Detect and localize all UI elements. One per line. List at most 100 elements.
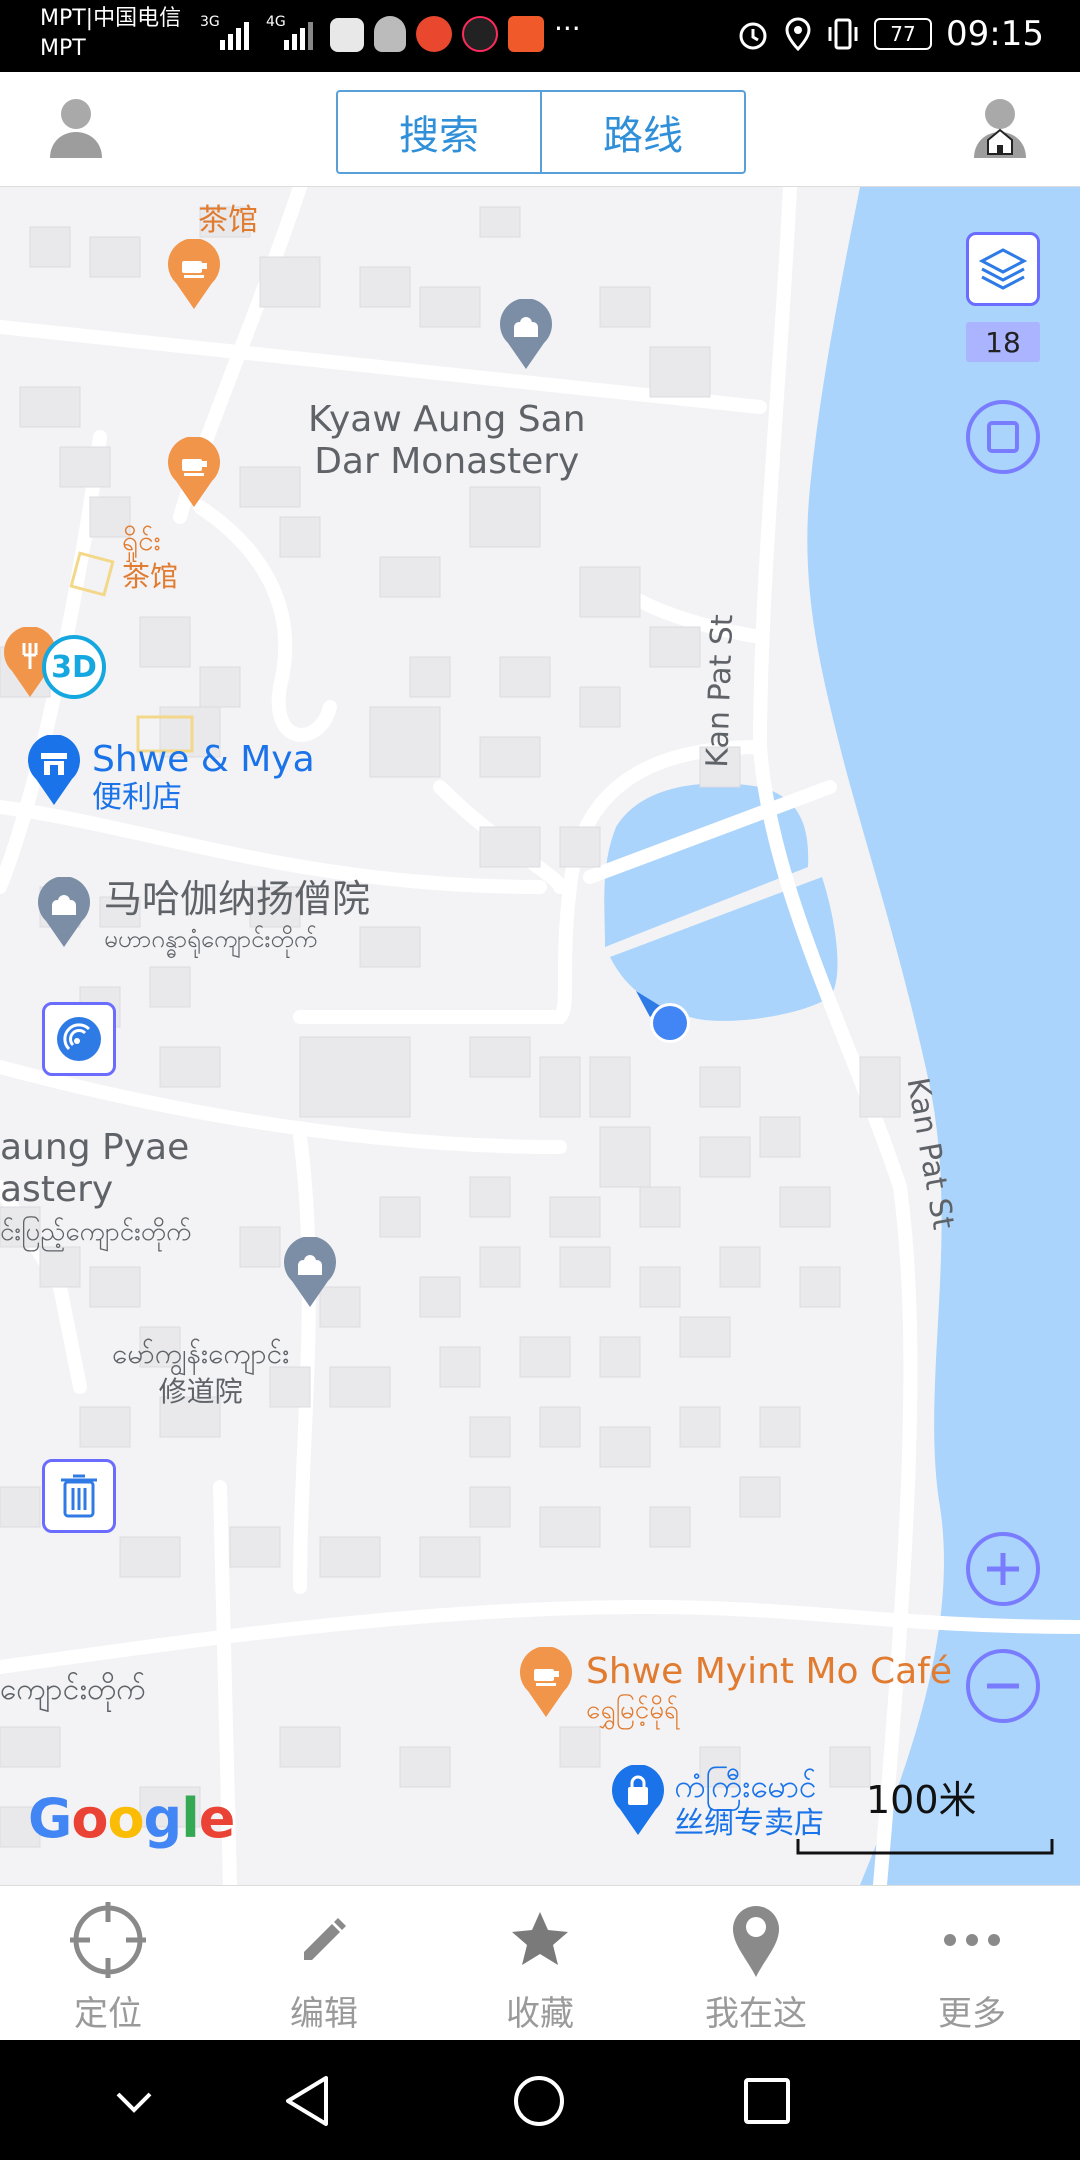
convent-label-cn: 修道院 bbox=[158, 1375, 243, 1408]
qq-icon bbox=[374, 16, 406, 52]
monastery-label-line2: Dar Monastery bbox=[314, 441, 580, 482]
silk-label-mm: ကံကြီးမောင် bbox=[674, 1767, 817, 1805]
cafe-label-en: Shwe Myint Mo Café bbox=[586, 1651, 952, 1692]
tiktok-icon bbox=[462, 16, 498, 52]
zoom-level-badge: 18 bbox=[966, 322, 1040, 362]
scale-bar bbox=[796, 1839, 1054, 1855]
tab-search[interactable]: 搜索 bbox=[338, 92, 540, 172]
vibrate-icon bbox=[828, 18, 858, 50]
pencil-icon bbox=[304, 1918, 346, 1960]
bottom-nav: 定位 编辑 收藏 我在这 更多 bbox=[0, 1885, 1080, 2041]
scale-label: 100米 bbox=[866, 1778, 977, 1822]
nav-item-more[interactable]: 更多 bbox=[864, 1886, 1080, 2041]
home-user-icon[interactable] bbox=[970, 96, 1030, 162]
carrier-name: MPT|中国电信 bbox=[40, 6, 182, 31]
nav-label-edit: 编辑 bbox=[290, 1994, 358, 2034]
nav-item-favorites[interactable]: 收藏 bbox=[432, 1886, 648, 2041]
search-route-tabs: 搜索 路线 bbox=[336, 90, 746, 174]
pin-icon bbox=[733, 1906, 779, 1977]
locate-icon bbox=[70, 1902, 146, 1978]
nav-item-here[interactable]: 我在这 bbox=[648, 1886, 864, 2041]
pyae-label-mm: င်းပြည့်ကျောင်းတိုက် bbox=[0, 1217, 192, 1247]
home-icon[interactable] bbox=[512, 2074, 566, 2128]
zoom-in-button[interactable] bbox=[966, 1532, 1040, 1606]
teahouse-label-mm: ရှိုင်း bbox=[122, 524, 161, 557]
user-avatar-icon[interactable] bbox=[46, 96, 106, 162]
convent-label: မော်ကျွန်းကျောင်း 修道院 bbox=[112, 1335, 289, 1411]
app-header: 搜索 路线 bbox=[0, 72, 1080, 187]
clear-button[interactable] bbox=[42, 1459, 116, 1533]
status-bar: MPT|中国电信 MPT 3G 4G ··· 77 09:15 bbox=[0, 0, 1080, 72]
carrier-info: MPT|中国电信 MPT bbox=[40, 4, 181, 64]
chevron-down-icon[interactable] bbox=[112, 2080, 156, 2124]
more-notifications: ··· bbox=[554, 12, 581, 45]
trash-icon bbox=[61, 1474, 97, 1518]
system-nav-bar bbox=[0, 2040, 1080, 2160]
plus-icon bbox=[987, 1553, 1019, 1585]
back-icon[interactable] bbox=[282, 2074, 332, 2128]
street-label-kanpat-1: Kan Pat St bbox=[700, 613, 741, 769]
maha-label-mm: မဟာဂန္ဓာရုံကျောင်းတိုက် bbox=[104, 925, 318, 953]
cafe-label-mm: ရွှေမြင့်မိုရ် bbox=[586, 1695, 679, 1725]
layers-button[interactable] bbox=[966, 232, 1040, 306]
battery-indicator: 77 bbox=[874, 18, 933, 50]
network-3g-label: 3G bbox=[200, 14, 220, 30]
current-location-icon bbox=[636, 991, 690, 1043]
nav-label-here: 我在这 bbox=[705, 1994, 807, 2034]
pyae-monastery-label: aung Pyae astery င်းပြည့်ကျောင်းတိုက် bbox=[0, 1127, 192, 1253]
alarm-icon bbox=[739, 22, 767, 50]
monastery-pin-icon-3[interactable] bbox=[280, 1237, 340, 1309]
monastery-label: Kyaw Aung San Dar Monastery bbox=[308, 399, 586, 483]
teahouse-label: ရှိုင်း 茶馆 bbox=[122, 523, 178, 595]
signal-icon-2 bbox=[284, 22, 313, 50]
cafe-label: Shwe Myint Mo Café ရွှေမြင့်မိုရ် bbox=[586, 1653, 952, 1729]
teahouse-label-cn: 茶馆 bbox=[122, 560, 179, 593]
signal-wave-icon bbox=[57, 1017, 101, 1061]
shop-label-en: Shwe & Mya bbox=[92, 739, 315, 780]
3d-toggle-button[interactable]: 3D bbox=[42, 635, 106, 699]
measure-button[interactable] bbox=[966, 400, 1040, 474]
square-icon bbox=[987, 421, 1019, 453]
map-view[interactable]: 茶馆 Kyaw Aung San Dar Monastery ရှိုင်း 茶… bbox=[0, 187, 1080, 1885]
recents-icon[interactable] bbox=[742, 2076, 792, 2126]
tab-route[interactable]: 路线 bbox=[540, 92, 744, 172]
teahouse-pin-icon-2[interactable] bbox=[164, 437, 224, 509]
monastery-pin-icon-2[interactable] bbox=[34, 877, 94, 949]
location-icon bbox=[785, 17, 811, 51]
google-logo: Google bbox=[28, 1787, 235, 1850]
maha-label-cn: 马哈伽纳扬僧院 bbox=[104, 877, 371, 921]
monastery-pin-icon[interactable] bbox=[496, 299, 556, 371]
minus-icon bbox=[987, 1683, 1019, 1689]
pyae-label-en-2: astery bbox=[0, 1169, 114, 1210]
pyae-label-en-1: aung Pyae bbox=[0, 1127, 190, 1168]
cafe-pin-icon[interactable] bbox=[516, 1647, 576, 1719]
shop-label: Shwe & Mya 便利店 bbox=[92, 741, 315, 817]
zoom-out-button[interactable] bbox=[966, 1649, 1040, 1723]
signal-icon bbox=[220, 22, 249, 50]
shop-pin-icon[interactable] bbox=[24, 735, 84, 807]
nav-label-favorites: 收藏 bbox=[506, 1994, 574, 2034]
app-orange-icon bbox=[508, 16, 544, 52]
app-badge-icon bbox=[416, 16, 452, 52]
star-icon bbox=[512, 1912, 568, 1965]
monastery-label-line1: Kyaw Aung San bbox=[308, 399, 586, 440]
silk-shop-label: ကံကြီးမောင် 丝绸专卖店 bbox=[674, 1767, 824, 1843]
more-icon bbox=[944, 1934, 1000, 1946]
carrier-name-secondary: MPT bbox=[40, 36, 86, 61]
status-right: 77 09:15 bbox=[736, 14, 1044, 54]
shop-label-cn: 便利店 bbox=[92, 780, 182, 815]
network-4g-label: 4G bbox=[266, 14, 286, 30]
convent-label-mm: မော်ကျွန်းကျောင်း bbox=[112, 1337, 290, 1370]
maha-monastery-label: 马哈伽纳扬僧院 မဟာဂန္ဓာရုံကျောင်းတိုက် bbox=[104, 879, 370, 959]
teahouse-pin-icon[interactable] bbox=[164, 239, 224, 311]
bottom-left-label: ကျောင်းတိုက် bbox=[0, 1672, 146, 1707]
signal-button[interactable] bbox=[42, 1002, 116, 1076]
nav-item-edit[interactable]: 编辑 bbox=[216, 1886, 432, 2041]
nav-label-more: 更多 bbox=[938, 1994, 1006, 2034]
app-notification-icon bbox=[330, 18, 364, 52]
teahouse-label-top: 茶馆 bbox=[198, 203, 258, 238]
nav-item-locate[interactable]: 定位 bbox=[0, 1886, 216, 2041]
nav-label-locate: 定位 bbox=[74, 1994, 142, 2034]
shopping-bag-pin-icon[interactable] bbox=[608, 1765, 668, 1837]
layers-icon bbox=[978, 248, 1028, 290]
